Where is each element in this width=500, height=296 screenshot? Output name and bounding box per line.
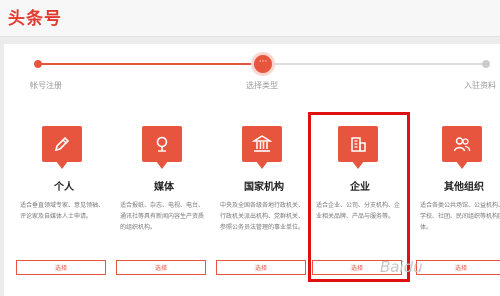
- type-card-media[interactable]: 媒体 适合报纸、杂志、电视、电台、通讯社等具有新闻内容生产资质的组织机构。 选择: [116, 120, 210, 290]
- type-card-government[interactable]: 国家机构 中央及全国各级各地行政机关、行政机关派出机构、党群机关、参照公务员法管…: [216, 120, 310, 290]
- bank-icon: [242, 126, 282, 169]
- pin-icon: [142, 126, 182, 169]
- step-dot-profile-info: [482, 60, 490, 68]
- select-other-organization-button[interactable]: 选择: [416, 260, 500, 275]
- step-label-account-registration: 帐号注册: [30, 81, 62, 90]
- step-dot-select-type: ···: [254, 55, 272, 73]
- progress-track-pending: [275, 63, 485, 65]
- progress-track-completed: [38, 63, 260, 65]
- card-description: 中央及全国各级各地行政机关、行政机关派出机构、党群机关、参照公务员法管理的事业单…: [220, 202, 305, 231]
- type-card-personal[interactable]: 个人 适合垂直领域专家、意见领袖、评论家及自媒体人士申请。 选择: [16, 120, 110, 290]
- card-title: 国家机构: [244, 182, 284, 193]
- step-label-profile-info: 入驻资料: [464, 81, 496, 90]
- toutiao-logo[interactable]: 头条号: [8, 4, 62, 29]
- type-card-other-organization[interactable]: 其他组织 适合各类公共场馆、公益机构、学校、社团、民间组织等机构团体。 选择: [416, 120, 500, 290]
- card-description: 适合报纸、杂志、电视、电台、通讯社等具有新闻内容生产资质的组织机构。: [120, 202, 205, 231]
- baidu-watermark: Baidu: [380, 258, 423, 276]
- card-title: 媒体: [154, 182, 174, 193]
- card-description: 适合垂直领域专家、意见领袖、评论家及自媒体人士申请。: [20, 202, 105, 220]
- select-personal-button[interactable]: 选择: [16, 260, 106, 275]
- card-title: 个人: [54, 182, 74, 193]
- step-dot-account-registration: [34, 60, 42, 68]
- step-label-select-type: 选择类型: [246, 81, 278, 90]
- enterprise-highlight-frame: [308, 112, 410, 282]
- people-icon: [442, 126, 482, 169]
- pen-icon: [42, 126, 82, 169]
- select-government-button[interactable]: 选择: [216, 260, 306, 275]
- select-media-button[interactable]: 选择: [116, 260, 206, 275]
- top-header: 头条号: [0, 0, 500, 37]
- card-title: 其他组织: [444, 182, 484, 193]
- step-current-glyph: ···: [258, 57, 268, 67]
- card-description: 适合各类公共场馆、公益机构、学校、社团、民间组织等机构团体。: [420, 202, 500, 231]
